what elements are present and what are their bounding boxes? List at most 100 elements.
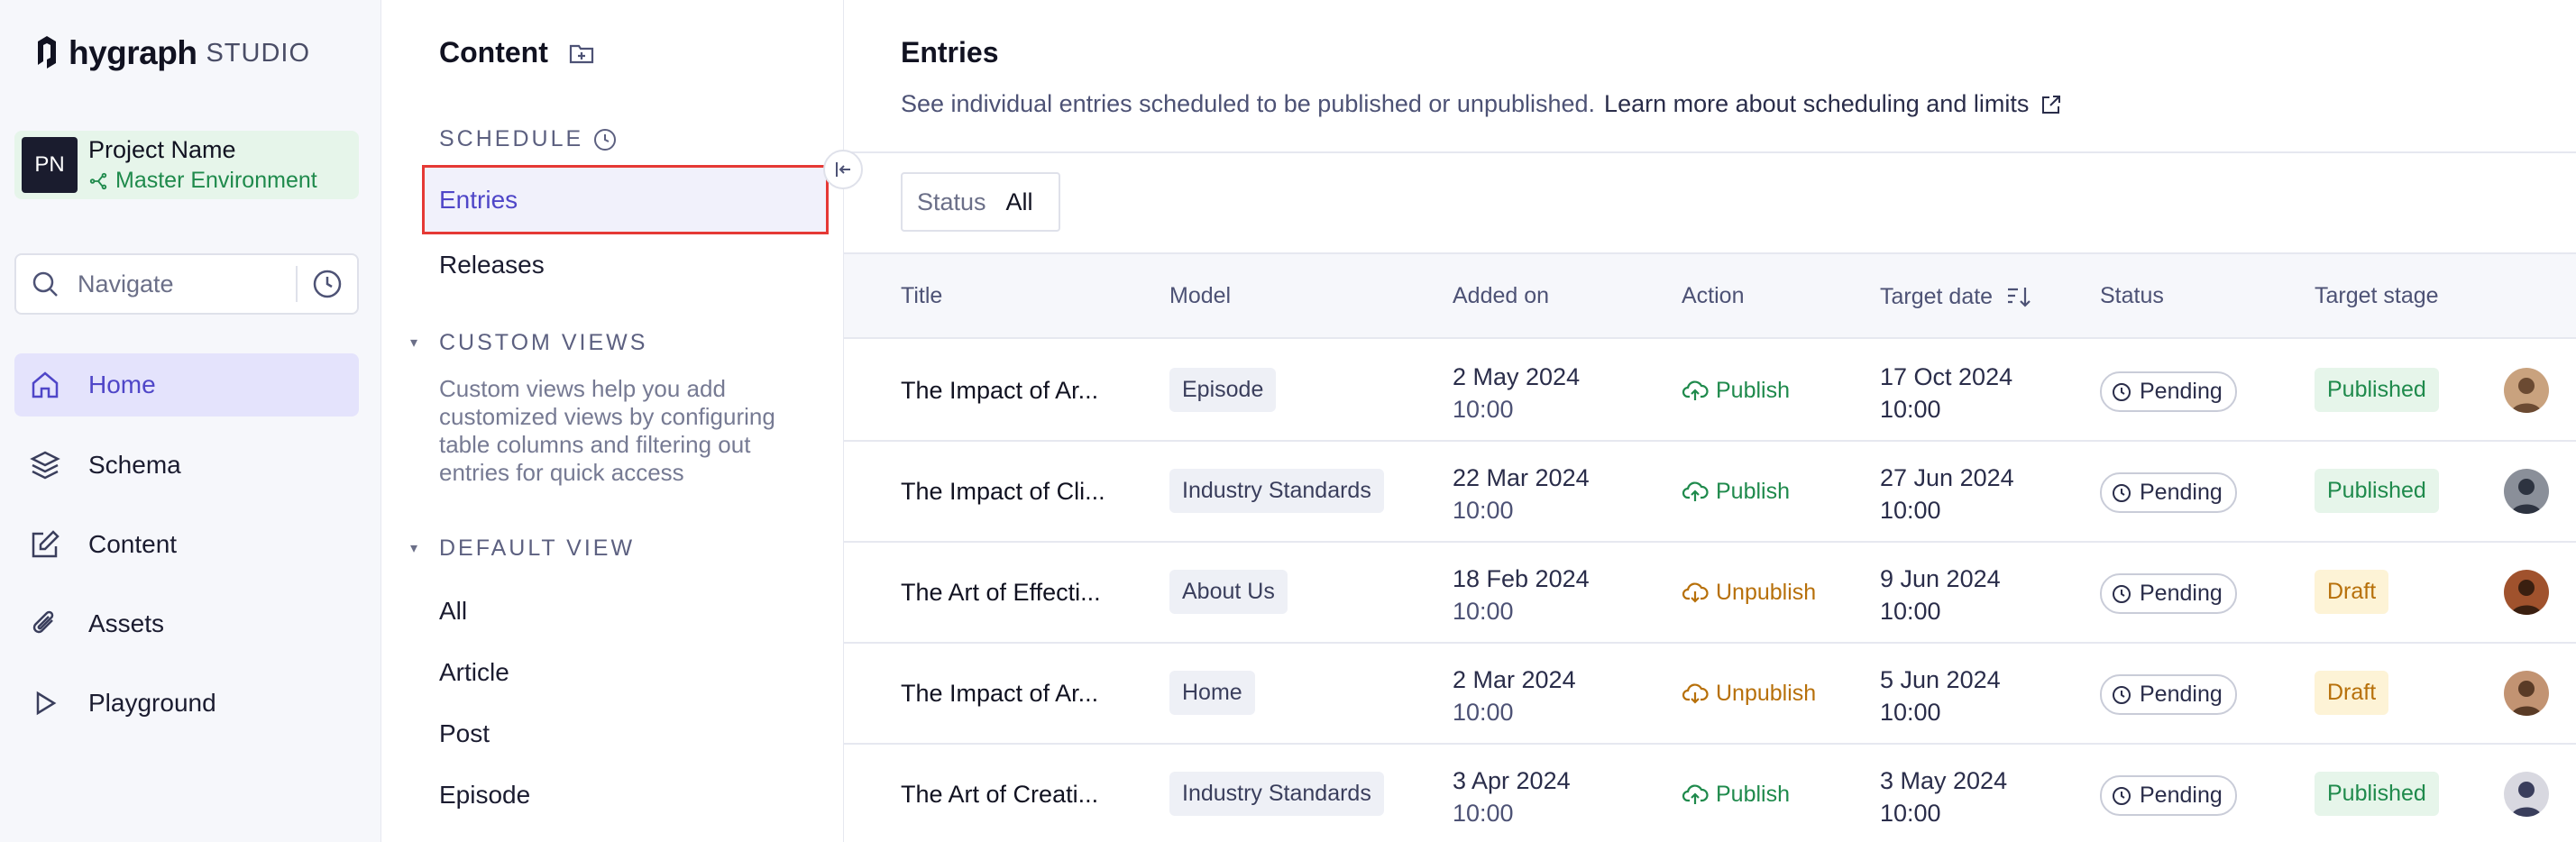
left-sidebar: hygraph STUDIO PN Project Name Master En… (0, 0, 381, 842)
project-switcher[interactable]: PN Project Name Master Environment (14, 131, 359, 199)
project-name: Project Name (88, 136, 236, 163)
stage-badge: Published (2315, 772, 2439, 816)
added-time: 10:00 (1453, 396, 1514, 423)
cloud-upload-icon (1682, 784, 1709, 804)
column-header-target-date[interactable]: Target date (1880, 283, 2032, 310)
table-row[interactable]: The Art of Effecti... About Us 18 Feb 2024… (844, 543, 2576, 644)
avatar[interactable] (2504, 368, 2549, 413)
collapse-left-icon (836, 162, 850, 177)
entry-title[interactable]: The Impact of Ar... (901, 680, 1098, 708)
column-header-target-stage[interactable]: Target stage (2315, 283, 2439, 309)
action-label: Publish (1716, 478, 1790, 504)
sort-descending-icon[interactable] (2005, 283, 2032, 310)
column-header-title[interactable]: Title (901, 283, 942, 309)
avatar[interactable] (2504, 469, 2549, 514)
table-row[interactable]: The Art of Creati... Industry Standards 3 … (844, 745, 2576, 842)
action-label: Unpublish (1716, 680, 1817, 706)
table-row[interactable]: The Impact of Ar... Episode 2 May 2024 10:0… (844, 341, 2576, 442)
stage-badge: Published (2315, 368, 2439, 412)
collapse-caret-icon[interactable]: ▾ (410, 539, 417, 557)
nav-item-playground[interactable]: Playground (14, 672, 359, 735)
column-header-status[interactable]: Status (2100, 283, 2164, 309)
history-clock-icon[interactable] (312, 269, 343, 299)
user-avatar-icon (2504, 772, 2549, 817)
status-label: Pending (2140, 581, 2223, 606)
nav-item-assets[interactable]: Assets (14, 592, 359, 655)
custom-views-section-label[interactable]: CUSTOM VIEWS (439, 330, 647, 356)
nav-label: Content (88, 530, 178, 558)
model-badge: About Us (1169, 570, 1288, 614)
added-time: 10:00 (1453, 699, 1514, 726)
target-date: 3 May 2024 (1880, 767, 2008, 794)
target-date: 27 Jun 2024 (1880, 464, 2014, 491)
entry-title[interactable]: The Art of Creati... (901, 781, 1098, 809)
avatar[interactable] (2504, 570, 2549, 615)
entry-title[interactable]: The Impact of Ar... (901, 377, 1098, 405)
action-cell: Unpublish (1682, 579, 1816, 606)
column-header-model[interactable]: Model (1169, 283, 1231, 309)
target-date-cell: 3 May 2024 10:00 (1880, 764, 2007, 829)
hygraph-logo[interactable]: hygraph STUDIO (34, 32, 310, 74)
default-view-item-post[interactable]: Post (439, 719, 490, 748)
collapse-caret-icon[interactable]: ▾ (410, 334, 417, 352)
table-row[interactable]: The Impact of Ar... Home 2 Mar 2024 10:00 Un… (844, 644, 2576, 745)
main-content: Entries See individual entries scheduled… (844, 0, 2576, 842)
table-row[interactable]: The Impact of Cli... Industry Standards 22… (844, 442, 2576, 543)
learn-more-link[interactable]: Learn more about scheduling and limits (1604, 90, 2063, 118)
status-label: Pending (2140, 379, 2223, 404)
action-label: Unpublish (1716, 579, 1817, 605)
collapse-panel-button[interactable] (823, 150, 863, 189)
status-badge: Pending (2100, 674, 2237, 715)
divider (296, 266, 298, 302)
added-on-cell: 2 May 2024 10:00 (1453, 361, 1580, 426)
column-header-added-on[interactable]: Added on (1453, 283, 1549, 309)
stage-badge: Draft (2315, 570, 2389, 614)
cloud-upload-icon (1682, 380, 1709, 400)
entry-title[interactable]: The Art of Effecti... (901, 579, 1101, 607)
added-time: 10:00 (1453, 800, 1514, 827)
status-label: Pending (2140, 783, 2223, 808)
clock-icon (2113, 483, 2131, 502)
schedule-item-releases[interactable]: Releases (439, 251, 545, 279)
model-badge: Home (1169, 671, 1255, 715)
status-filter-button[interactable]: Status All (901, 172, 1060, 232)
default-view-section-label[interactable]: DEFAULT VIEW (439, 535, 635, 562)
status-badge: Pending (2100, 472, 2237, 513)
added-date: 22 Mar 2024 (1453, 464, 1590, 491)
default-view-item-episode[interactable]: Episode (439, 781, 530, 810)
added-on-cell: 3 Apr 2024 10:00 (1453, 764, 1571, 829)
nav-item-schema[interactable]: Schema (14, 434, 359, 497)
default-view-item-all[interactable]: All (439, 597, 467, 626)
status-badge: Pending (2100, 775, 2237, 816)
nav-label: Schema (88, 451, 181, 479)
target-date-cell: 27 Jun 2024 10:00 (1880, 462, 2014, 526)
target-time: 10:00 (1880, 497, 1941, 524)
add-folder-icon[interactable] (568, 40, 595, 67)
schedule-item-entries[interactable]: Entries (422, 165, 829, 234)
target-time: 10:00 (1880, 699, 1941, 726)
user-avatar-icon (2504, 671, 2549, 716)
default-view-item-article[interactable]: Article (439, 658, 509, 687)
target-time: 10:00 (1880, 800, 1941, 827)
avatar[interactable] (2504, 772, 2549, 817)
nav-item-content[interactable]: Content (14, 513, 359, 576)
stage-badge: Published (2315, 469, 2439, 513)
table-header: Title Model Added on Action Target date … (844, 252, 2576, 339)
avatar[interactable] (2504, 671, 2549, 716)
target-date: 5 Jun 2024 (1880, 666, 2001, 693)
subtitle-text: See individual entries scheduled to be p… (901, 90, 1596, 117)
entry-title[interactable]: The Impact of Cli... (901, 478, 1105, 506)
target-date: 9 Jun 2024 (1880, 565, 2001, 592)
nav-item-home[interactable]: Home (14, 353, 359, 416)
target-date-cell: 17 Oct 2024 10:00 (1880, 361, 2012, 426)
action-cell: Publish (1682, 377, 1790, 404)
navigate-input[interactable]: Navigate (78, 270, 296, 298)
navigate-search[interactable]: Navigate (14, 253, 359, 315)
page-subtitle: See individual entries scheduled to be p… (901, 90, 2063, 118)
edit-icon (32, 530, 60, 558)
target-time: 10:00 (1880, 396, 1941, 423)
added-date: 3 Apr 2024 (1453, 767, 1571, 794)
cloud-upload-icon (1682, 481, 1709, 501)
model-badge: Industry Standards (1169, 469, 1384, 513)
column-header-action[interactable]: Action (1682, 283, 1744, 309)
